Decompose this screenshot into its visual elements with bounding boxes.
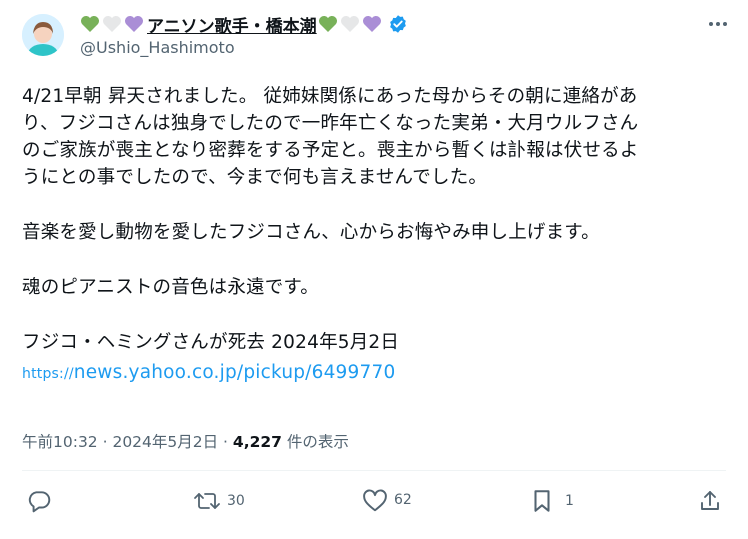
more-icon[interactable]	[706, 12, 730, 36]
tweet-header: アニソン歌手・橋本潮 @Ushio_Hashimoto	[80, 11, 698, 57]
name-row: アニソン歌手・橋本潮	[80, 11, 698, 37]
tweet-line: 4/21早朝 昇天されました。 従姉妹関係にあった母からその朝に連絡があ	[22, 86, 638, 107]
avatar[interactable]	[22, 14, 64, 56]
tweet-line: り、フジコさんは独身でしたので一昨年亡くなった実弟・大月ウルフさん	[22, 113, 639, 134]
retweet-count: 30	[227, 493, 245, 509]
bookmark-icon	[531, 488, 553, 514]
white-heart-icon	[340, 15, 360, 33]
tweet: アニソン歌手・橋本潮 @Ushio_Hashimoto 4/21早朝 昇天されま…	[0, 0, 748, 539]
white-heart-icon	[102, 15, 122, 33]
meta-separator: ·	[97, 433, 113, 451]
tweet-time[interactable]: 午前10:32	[22, 433, 98, 451]
user-handle[interactable]: @Ushio_Hashimoto	[80, 38, 698, 57]
tweet-line: 魂のピアニストの音色は永遠です。	[22, 277, 319, 298]
share-icon	[698, 488, 722, 514]
divider	[22, 470, 726, 471]
retweet-icon	[193, 488, 221, 514]
green-heart-icon	[80, 15, 100, 33]
tweet-meta: 午前10:32 · 2024年5月2日 · 4,227 件の表示	[22, 430, 349, 452]
tweet-text: 4/21早朝 昇天されました。 従姉妹関係にあった母からその朝に連絡があ り、フ…	[22, 83, 727, 386]
views-label: 件の表示	[281, 433, 349, 451]
tweet-line: のご家族が喪主となり密葬をする予定と。喪主から暫くは訃報は伏せるよ	[22, 140, 639, 161]
purple-heart-icon	[362, 15, 382, 33]
reply-button[interactable]	[26, 488, 52, 514]
verified-badge-icon[interactable]	[388, 14, 408, 34]
display-name[interactable]: アニソン歌手・橋本潮	[147, 12, 317, 37]
tweet-date[interactable]: 2024年5月2日	[112, 433, 218, 451]
bookmark-button[interactable]: 1	[531, 488, 574, 514]
share-button[interactable]	[698, 488, 722, 514]
like-count: 62	[394, 492, 412, 508]
meta-separator: ·	[218, 433, 233, 451]
link-text[interactable]: news.yahoo.co.jp/pickup/6499770	[74, 362, 396, 383]
link-prefix[interactable]: https://	[22, 366, 74, 382]
tweet-line: フジコ・ヘミングさんが死去 2024年5月2日	[22, 332, 400, 353]
green-heart-icon	[318, 15, 338, 33]
like-button[interactable]: 62	[362, 488, 412, 512]
news-link[interactable]: https://news.yahoo.co.jp/pickup/6499770	[22, 356, 727, 386]
reply-icon	[26, 488, 52, 514]
purple-heart-icon	[124, 15, 144, 33]
tweet-line: 音楽を愛し動物を愛したフジコさん、心からお悔やみ申し上げます。	[22, 222, 600, 243]
like-icon	[362, 488, 388, 512]
tweet-line: うにとの事でしたので、今まで何も言えませんでした。	[22, 167, 488, 188]
action-bar: 30 62 1	[0, 488, 748, 528]
retweet-button[interactable]: 30	[193, 488, 245, 514]
bookmark-count: 1	[565, 493, 574, 509]
views-count: 4,227	[232, 433, 282, 451]
